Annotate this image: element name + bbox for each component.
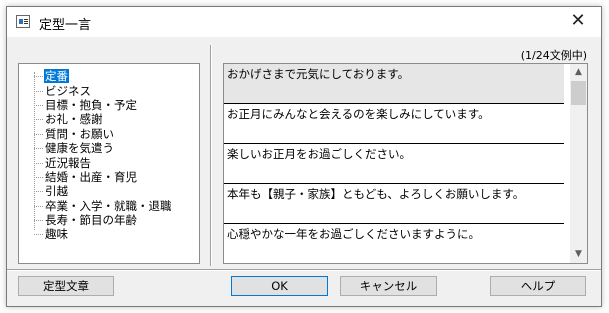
tree-item-questions[interactable]: 質問・お願い [34, 127, 115, 141]
tree-item-moving[interactable]: 引越 [34, 184, 69, 198]
tree-branch-line [34, 220, 43, 221]
tree-item-label: 結婚・出産・育児 [45, 170, 137, 184]
tree-branch-line [34, 191, 43, 192]
vertical-scrollbar[interactable]: ▲ ▼ [570, 64, 587, 263]
phrase-item[interactable]: 本年も【親子・家族】ともども、よろしくお願いします。 [224, 184, 564, 224]
scroll-down-icon[interactable]: ▼ [570, 246, 587, 263]
ok-button[interactable]: OK [231, 276, 328, 296]
tree-item-label: 近況報告 [45, 156, 91, 170]
tree-item-label: 長寿・節目の年齢 [45, 213, 137, 227]
tree-item-label: 趣味 [45, 227, 68, 241]
cancel-button[interactable]: キャンセル [340, 276, 437, 296]
panel-splitter[interactable] [210, 45, 212, 266]
tree-item-longevity[interactable]: 長寿・節目の年齢 [34, 213, 138, 227]
dialog-window: 定型一言 ✕ (1/24文例中) 定番 ビジネス 目標・抱負・予定 お礼・感謝 … [6, 6, 602, 307]
tree-branch-line [34, 91, 43, 92]
tree-item-news[interactable]: 近況報告 [34, 156, 92, 170]
tree-branch-line [34, 119, 43, 120]
tree-branch-line [34, 206, 43, 207]
tree-item-label: 質問・お願い [45, 127, 114, 141]
tree-item-hobby[interactable]: 趣味 [34, 227, 69, 241]
tree-item-goals[interactable]: 目標・抱負・予定 [34, 98, 138, 112]
button-bar-separator [7, 269, 601, 271]
tree-branch-line [34, 234, 43, 235]
close-button[interactable]: ✕ [567, 10, 589, 32]
template-sentence-button[interactable]: 定型文章 [18, 276, 114, 296]
tree-branch-line [34, 134, 43, 135]
category-tree[interactable]: 定番 ビジネス 目標・抱負・予定 お礼・感謝 質問・お願い 健康を気遣う 近況報… [18, 63, 200, 264]
tree-item-teiban[interactable]: 定番 [34, 69, 69, 83]
phrase-count-label: (1/24文例中) [520, 49, 587, 62]
tree-item-family[interactable]: 結婚・出産・育児 [34, 170, 138, 184]
tree-branch-line [34, 177, 43, 178]
tree-item-label: 健康を気遣う [45, 141, 114, 155]
tree-item-business[interactable]: ビジネス [34, 84, 92, 98]
scroll-thumb[interactable] [571, 81, 586, 105]
tree-item-label: 目標・抱負・予定 [45, 98, 137, 112]
window-title: 定型一言 [39, 18, 92, 33]
tree-item-label: 引越 [45, 184, 68, 198]
tree-item-label: 卒業・入学・就職・退職 [45, 199, 172, 213]
phrase-item[interactable]: 楽しいお正月をお過ごしください。 [224, 144, 564, 184]
phrase-item[interactable]: 心穏やかな一年をお過ごしくださいますように。 [224, 224, 564, 263]
scroll-up-icon[interactable]: ▲ [570, 64, 587, 81]
phrase-list[interactable]: おかげさまで元気にしております。 お正月にみんなと会えるのを楽しみにしています。… [223, 63, 588, 264]
app-window-icon [16, 15, 30, 28]
tree-branch-line [34, 76, 43, 77]
phrase-item[interactable]: お正月にみんなと会えるのを楽しみにしています。 [224, 104, 564, 144]
tree-item-label: ビジネス [45, 84, 91, 98]
title-bar: 定型一言 ✕ [7, 7, 601, 37]
tree-item-label: 定番 [44, 69, 69, 83]
help-button[interactable]: ヘルプ [490, 276, 586, 296]
tree-branch-line [34, 148, 43, 149]
phrase-item[interactable]: おかげさまで元気にしております。 [224, 64, 564, 104]
tree-branch-line [34, 105, 43, 106]
tree-item-label: お礼・感謝 [45, 112, 103, 126]
tree-item-health[interactable]: 健康を気遣う [34, 141, 115, 155]
tree-item-thanks[interactable]: お礼・感謝 [34, 112, 104, 126]
tree-branch-line [34, 163, 43, 164]
tree-item-milestones[interactable]: 卒業・入学・就職・退職 [34, 199, 173, 213]
